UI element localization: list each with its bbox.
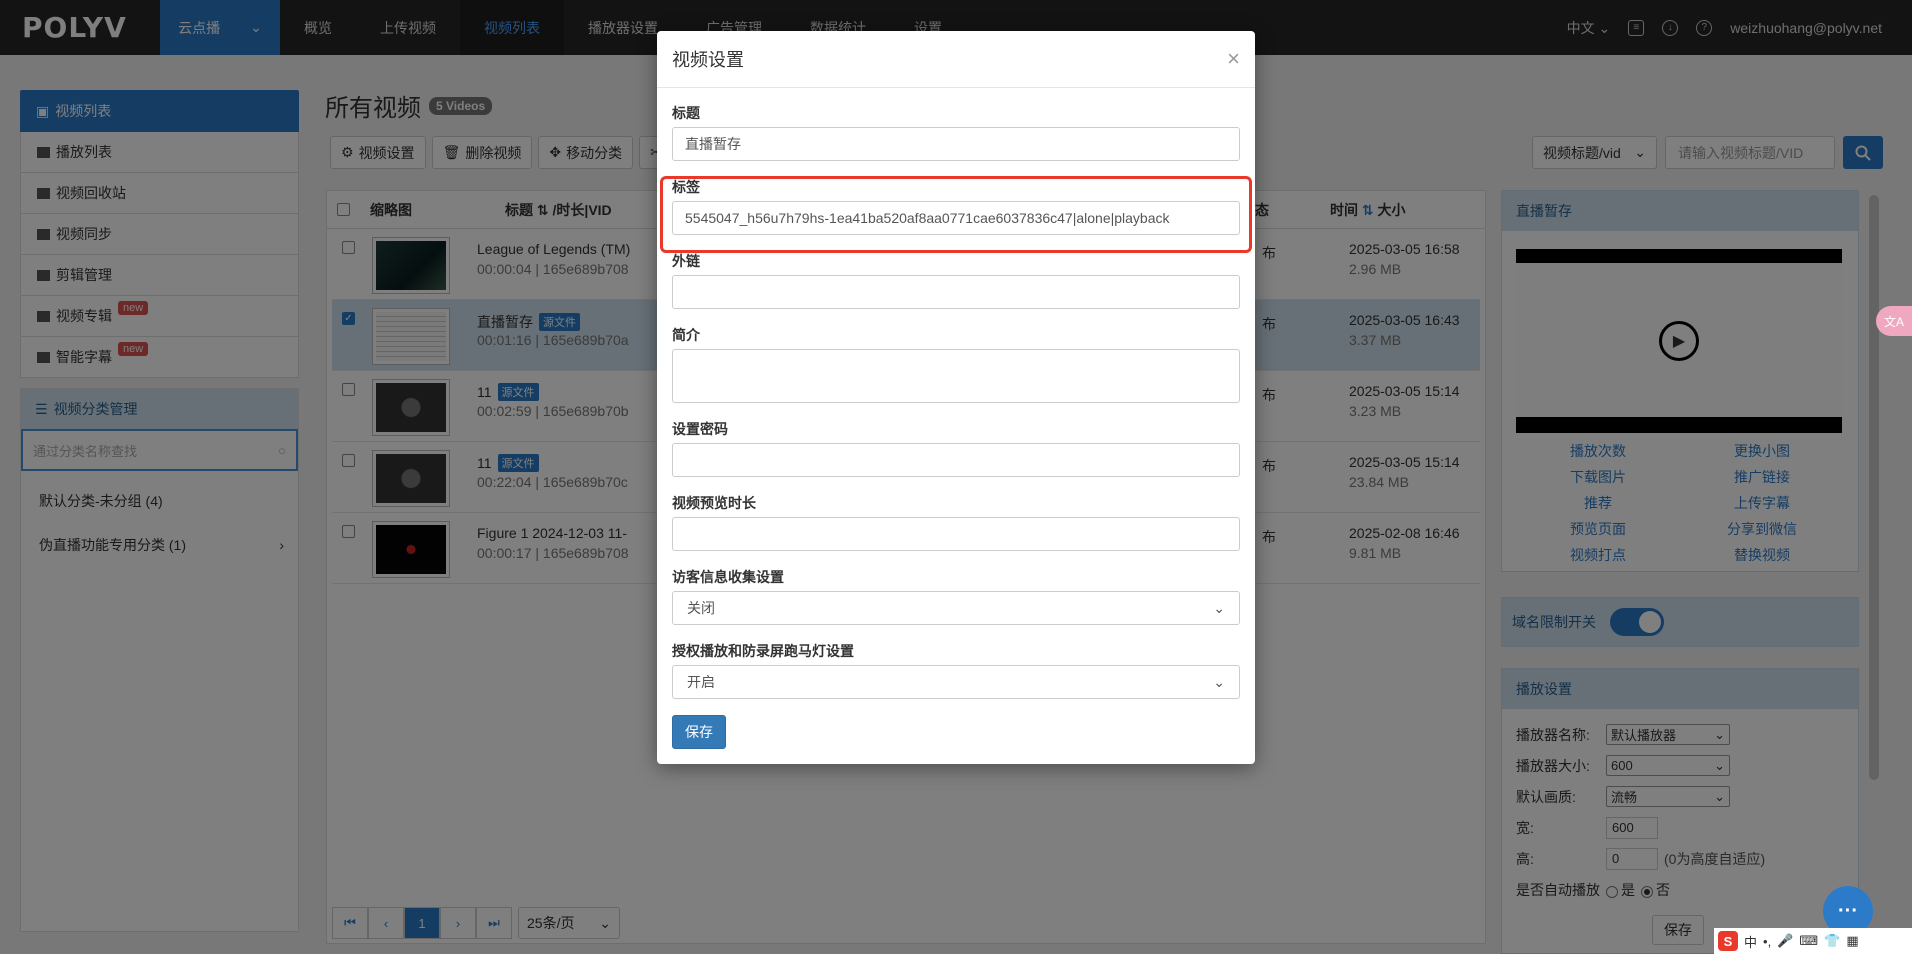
video-settings-modal: 视频设置 × 标题 直播暂存 标签 5545047_h56u7h79hs-1ea… bbox=[657, 31, 1255, 764]
skin-icon[interactable]: 👕 bbox=[1824, 933, 1840, 949]
title-input[interactable]: 直播暂存 bbox=[672, 127, 1240, 161]
intro-label: 简介 bbox=[672, 327, 700, 343]
visitor-info-value: 关闭 bbox=[687, 600, 715, 616]
title-label: 标题 bbox=[672, 105, 700, 121]
preview-duration-label: 视频预览时长 bbox=[672, 495, 756, 511]
tag-input[interactable]: 5545047_h56u7h79hs-1ea41ba520af8aa0771ca… bbox=[672, 201, 1240, 235]
auth-play-select[interactable]: 开启 ⌄ bbox=[672, 665, 1240, 699]
punctuation-icon[interactable]: •, bbox=[1763, 934, 1771, 949]
modal-save-button[interactable]: 保存 bbox=[672, 715, 726, 749]
password-field-group: 设置密码 bbox=[672, 419, 1240, 477]
ime-toolbar: S 中 •, 🎤 ⌨ 👕 ▦ bbox=[1714, 928, 1912, 954]
external-link-label: 外链 bbox=[672, 253, 700, 269]
sogou-logo-icon[interactable]: S bbox=[1718, 931, 1738, 951]
intro-field-group: 简介 bbox=[672, 325, 1240, 403]
intro-textarea[interactable] bbox=[672, 349, 1240, 403]
microphone-icon[interactable]: 🎤 bbox=[1777, 933, 1793, 949]
auth-play-value: 开启 bbox=[687, 674, 715, 690]
modal-title: 视频设置 bbox=[672, 50, 744, 70]
tag-label: 标签 bbox=[672, 179, 700, 195]
close-icon[interactable]: × bbox=[1227, 46, 1240, 72]
visitor-info-field-group: 访客信息收集设置 关闭 ⌄ bbox=[672, 567, 1240, 625]
translate-icon[interactable]: 文A bbox=[1876, 306, 1912, 336]
modal-header: 视频设置 × bbox=[657, 31, 1255, 88]
ime-language[interactable]: 中 bbox=[1744, 932, 1757, 951]
auth-play-label: 授权播放和防录屏跑马灯设置 bbox=[672, 643, 854, 659]
preview-duration-field-group: 视频预览时长 bbox=[672, 493, 1240, 551]
link-field-group: 外链 bbox=[672, 251, 1240, 309]
tag-field-group: 标签 5545047_h56u7h79hs-1ea41ba520af8aa077… bbox=[672, 177, 1240, 235]
title-field-group: 标题 直播暂存 bbox=[672, 103, 1240, 161]
external-link-input[interactable] bbox=[672, 275, 1240, 309]
visitor-info-label: 访客信息收集设置 bbox=[672, 569, 784, 585]
password-input[interactable] bbox=[672, 443, 1240, 477]
apps-icon[interactable]: ▦ bbox=[1846, 933, 1858, 949]
auth-play-field-group: 授权播放和防录屏跑马灯设置 开启 ⌄ bbox=[672, 641, 1240, 699]
chevron-down-icon: ⌄ bbox=[1213, 599, 1225, 616]
keyboard-icon[interactable]: ⌨ bbox=[1799, 933, 1818, 949]
visitor-info-select[interactable]: 关闭 ⌄ bbox=[672, 591, 1240, 625]
chevron-down-icon: ⌄ bbox=[1213, 673, 1225, 690]
preview-duration-input[interactable] bbox=[672, 517, 1240, 551]
password-label: 设置密码 bbox=[672, 421, 728, 437]
